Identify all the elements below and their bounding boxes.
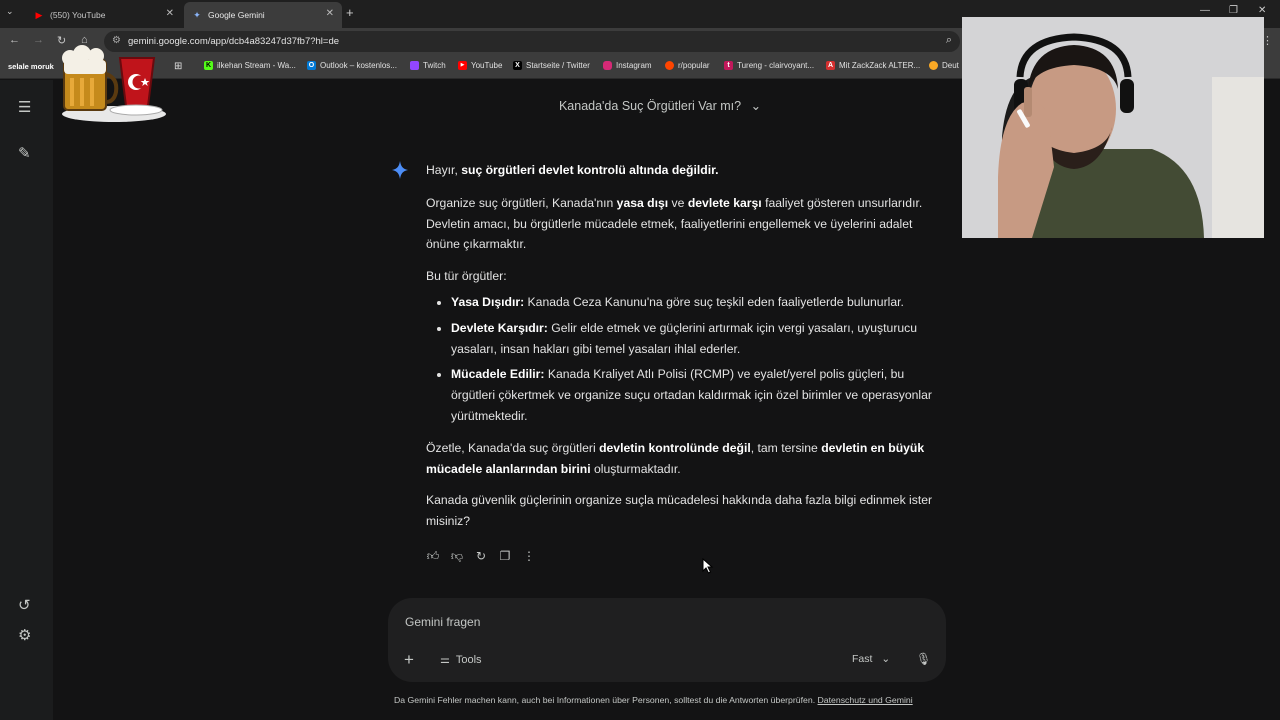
twitch-icon: [410, 61, 419, 70]
zoom-icon[interactable]: ⌕: [946, 34, 952, 47]
privacy-link[interactable]: Datenschutz und Gemini: [818, 695, 913, 705]
bookmark-item[interactable]: ▶ YouTube: [458, 61, 502, 70]
bookmark-item[interactable]: Deut: [929, 61, 959, 70]
prompt-composer: Gemini fragen + ⚌ Tools Fast ⌄ 🎙︎: [388, 598, 946, 682]
microphone-icon[interactable]: 🎙︎: [916, 652, 931, 666]
thumbs-up-icon[interactable]: 👍︎: [426, 549, 440, 564]
more-options-icon[interactable]: ⋮: [522, 549, 536, 564]
tools-icon: ⚌: [440, 654, 450, 666]
model-selector[interactable]: Fast ⌄: [852, 653, 890, 665]
tureng-icon: t: [724, 61, 733, 70]
bookmark-item[interactable]: Twitch: [410, 61, 446, 70]
conversation-title[interactable]: Kanada'da Suç Örgütleri Var mı? ⌄: [520, 98, 800, 113]
forward-icon[interactable]: →: [33, 34, 44, 46]
zackzack-icon: A: [826, 61, 835, 70]
tab-gemini[interactable]: ✦ Google Gemini ✕: [184, 2, 342, 28]
response-actions: 👍︎ 👎︎ ↻ ❐ ⋮: [426, 549, 536, 564]
list-item: Mücadele Edilir: Kanada Kraliyet Atlı Po…: [451, 364, 946, 426]
bookmark-item[interactable]: X Startseite / Twitter: [513, 61, 590, 70]
address-bar[interactable]: ⚙ gemini.google.com/app/dcb4a83247d37fb7…: [104, 31, 960, 52]
chevron-down-icon: ⌄: [881, 653, 891, 665]
bookmark-item[interactable]: A Mit ZackZack ALTER...: [826, 61, 920, 70]
bookmark-item[interactable]: O Outlook – kostenlos...: [307, 61, 397, 70]
list-item: Yasa Dışıdır: Kanada Ceza Kanunu'na göre…: [451, 292, 946, 313]
youtube-icon: ▶: [35, 9, 43, 20]
bookmark-item[interactable]: r/popular: [665, 61, 710, 70]
bookmark-item[interactable]: Instagram: [603, 61, 652, 70]
close-tab-icon[interactable]: ✕: [326, 8, 334, 19]
gemini-icon: ✦: [193, 9, 201, 20]
stream-sticker: [62, 45, 166, 122]
mouse-cursor-icon: [702, 558, 714, 574]
response-closing: Kanada güvenlik güçlerinin organize suçl…: [426, 493, 933, 529]
close-tab-icon[interactable]: ✕: [166, 8, 174, 19]
gemini-spark-icon: [392, 161, 408, 179]
model-response: Hayır, suç örgütleri devlet kontrolü alt…: [426, 160, 946, 543]
restore-icon[interactable]: ❐: [1229, 5, 1238, 16]
x-twitter-icon: X: [513, 61, 522, 70]
reddit-icon: [665, 61, 674, 70]
back-icon[interactable]: ←: [9, 34, 20, 46]
streamer-webcam-image: [962, 17, 1264, 238]
bookmark-item[interactable]: t Tureng - clairvoyant...: [724, 61, 814, 70]
new-tab-icon[interactable]: +: [346, 5, 354, 20]
disclaimer: Da Gemini Fehler machen kann, auch bei I…: [394, 695, 913, 705]
prompt-input[interactable]: Gemini fragen: [405, 615, 480, 629]
sidebar: ☰ ✎ ↺ ⚙: [0, 80, 53, 720]
bookmark-item[interactable]: Kilkehan Stream - Wa...: [204, 61, 296, 70]
outlook-icon: O: [307, 61, 316, 70]
bookmark-item[interactable]: selale moruk: [8, 62, 54, 71]
kick-icon: K: [204, 61, 213, 70]
apps-icon[interactable]: ⊞: [174, 61, 182, 72]
menu-icon[interactable]: ☰: [18, 98, 31, 116]
chevron-down-icon: ⌄: [750, 99, 762, 113]
close-window-icon[interactable]: ✕: [1258, 5, 1266, 16]
minimize-icon[interactable]: —: [1200, 5, 1210, 16]
response-summary: Özetle, Kanada'da suç örgütleri devletin…: [426, 440, 925, 476]
instagram-icon: [603, 61, 612, 70]
response-intro: Hayır, suç örgütleri devlet kontrolü alt…: [426, 163, 719, 177]
tab-youtube[interactable]: ▶ (550) YouTube ✕: [26, 2, 182, 28]
tab-title: (550) YouTube: [50, 10, 106, 20]
history-icon[interactable]: ↺: [18, 596, 31, 614]
tools-button[interactable]: ⚌ Tools: [440, 653, 482, 667]
list-item: Devlete Karşıdır: Gelir elde etmek ve gü…: [451, 318, 946, 360]
new-chat-icon[interactable]: ✎: [18, 144, 31, 162]
settings-icon[interactable]: ⚙: [18, 626, 31, 644]
youtube-icon: ▶: [458, 61, 467, 70]
add-attachment-icon[interactable]: +: [404, 650, 414, 670]
list-intro: Bu tür örgütler:: [426, 269, 507, 284]
copy-icon[interactable]: ❐: [498, 549, 512, 564]
webcam-overlay: [962, 17, 1264, 238]
response-paragraph: Organize suç örgütleri, Kanada'nın yasa …: [426, 195, 923, 252]
response-list: Yasa Dışıdır: Kanada Ceza Kanunu'na göre…: [451, 292, 946, 427]
bookmark-favicon: [929, 61, 938, 70]
thumbs-down-icon[interactable]: 👎︎: [450, 549, 464, 564]
regenerate-icon[interactable]: ↻: [474, 549, 488, 564]
tab-title: Google Gemini: [208, 10, 265, 20]
tab-search-chevron-icon[interactable]: ⌄: [6, 6, 14, 17]
